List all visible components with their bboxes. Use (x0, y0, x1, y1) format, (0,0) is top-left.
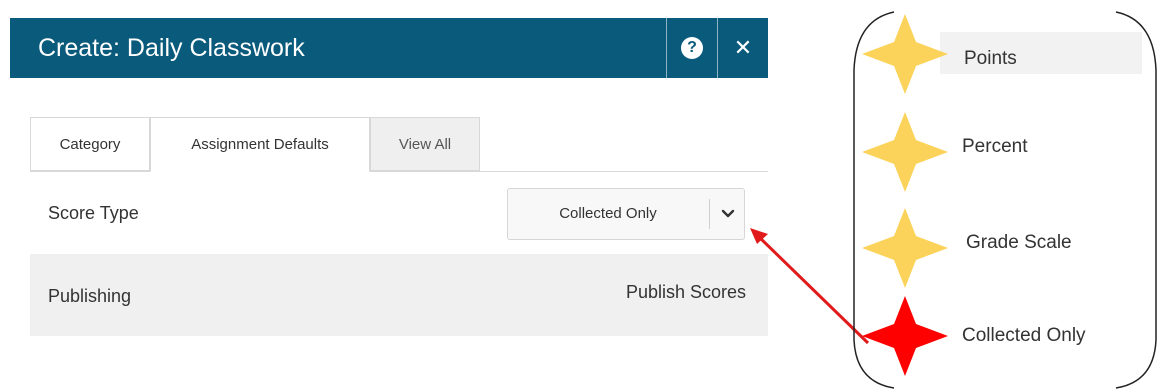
score-type-options-callout: Points Percent Grade Scale Collected Onl… (846, 10, 1162, 390)
option-collected-only: Collected Only (962, 325, 1086, 346)
star-icon (862, 112, 948, 192)
option-points: Points (964, 48, 1017, 69)
star-icon (862, 296, 948, 376)
option-grade-scale: Grade Scale (966, 232, 1072, 253)
star-icon (862, 14, 948, 94)
star-icon (862, 208, 948, 288)
option-percent: Percent (962, 136, 1028, 157)
